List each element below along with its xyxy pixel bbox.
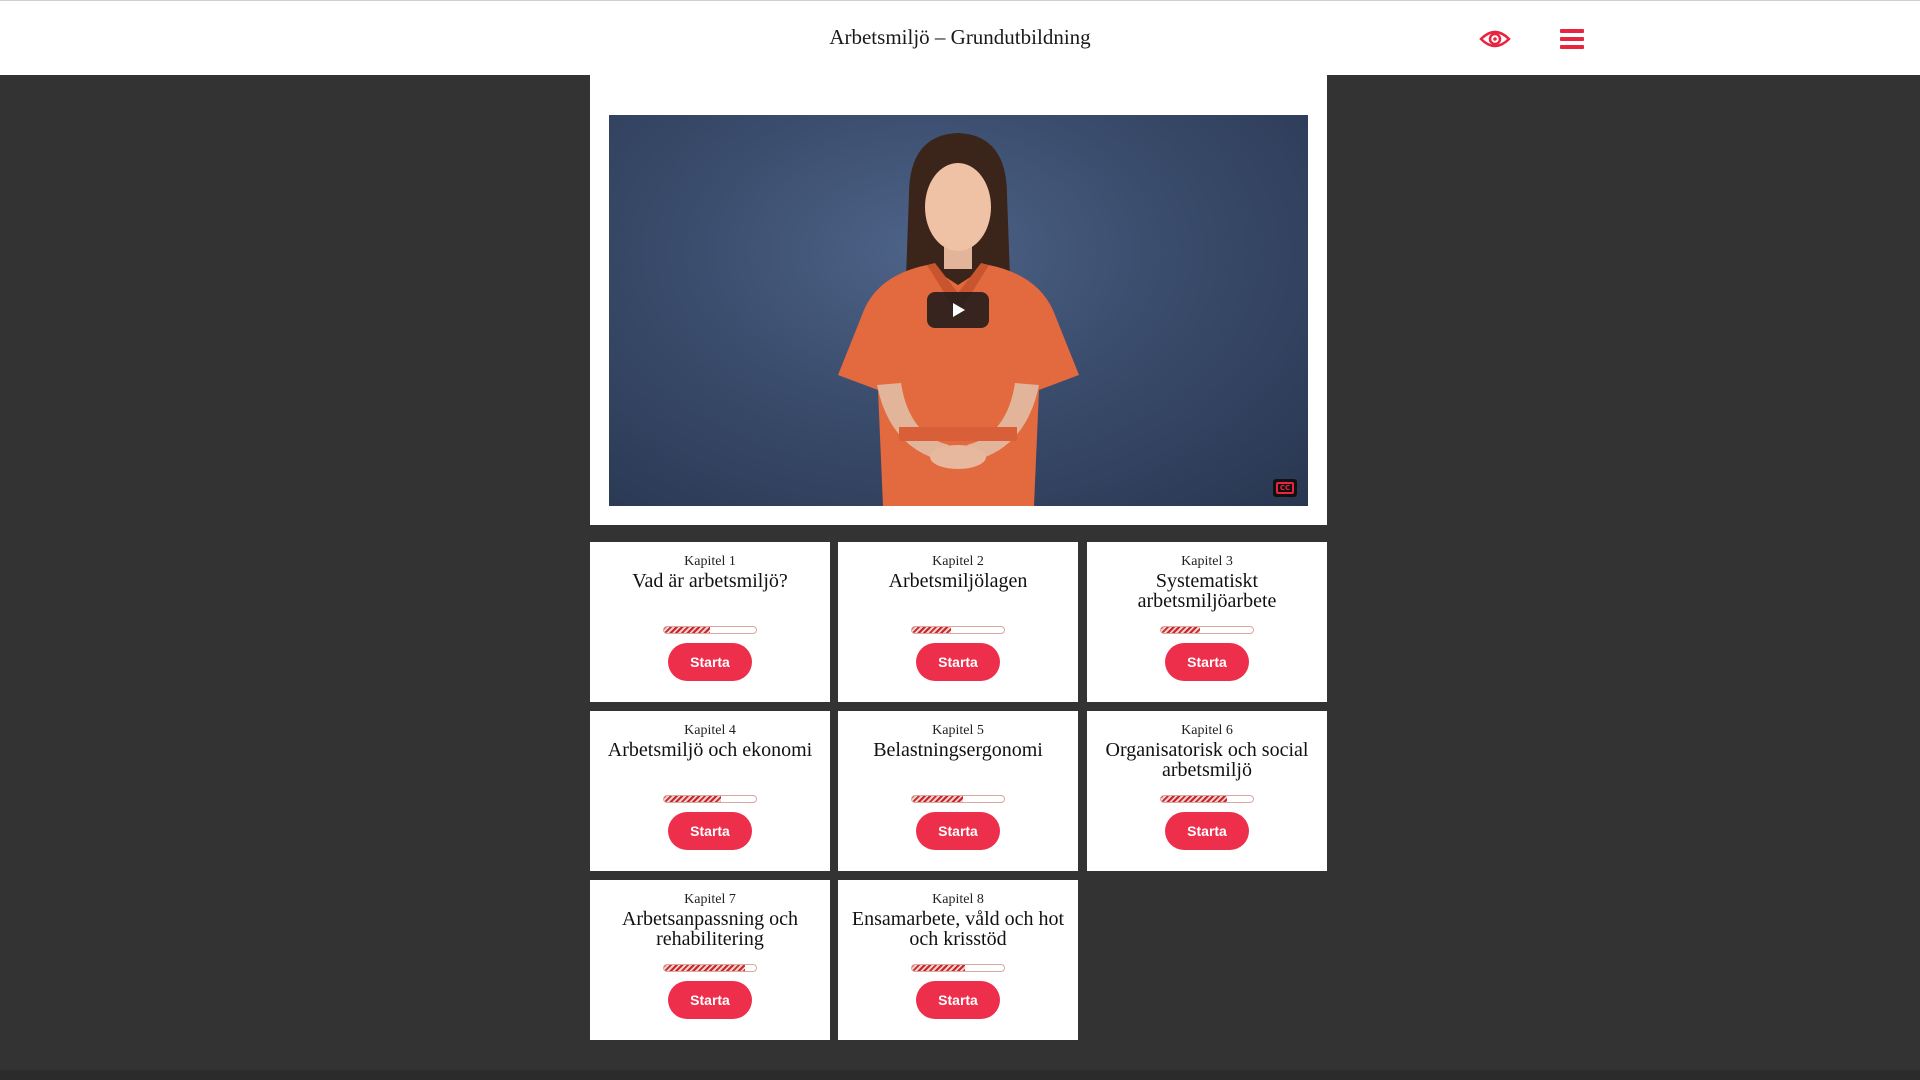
eye-icon <box>1479 30 1511 48</box>
chapter-progress-bar <box>911 795 1005 803</box>
progress-fill <box>912 796 963 802</box>
video-player[interactable]: CC <box>609 115 1308 506</box>
chapter-title: Systematiskt arbetsmiljöarbete <box>1137 570 1277 612</box>
progress-fill <box>1161 796 1228 802</box>
chapter-label: Kapitel 4 <box>684 723 736 738</box>
chapter-title: Arbetsmiljölagen <box>888 570 1028 592</box>
chapter-progress-bar <box>911 626 1005 634</box>
closed-captions-icon: CC <box>1276 482 1294 494</box>
hamburger-menu-icon <box>1560 29 1584 49</box>
chapter-label: Kapitel 3 <box>1181 554 1233 569</box>
start-chapter-button[interactable]: Starta <box>916 643 1000 681</box>
page-title: Arbetsmiljö – Grundutbildning <box>829 25 1091 49</box>
start-chapter-button[interactable]: Starta <box>668 812 752 850</box>
chapter-label: Kapitel 8 <box>932 892 984 907</box>
start-chapter-button[interactable]: Starta <box>1165 812 1249 850</box>
progress-fill <box>1161 627 1200 633</box>
chapter-label: Kapitel 2 <box>932 554 984 569</box>
chapter-label: Kapitel 6 <box>1181 723 1233 738</box>
chapter-progress-bar <box>663 626 757 634</box>
chapter-title: Arbetsanpassning och rehabilitering <box>621 908 799 950</box>
closed-captions-button[interactable]: CC <box>1273 479 1297 497</box>
video-panel: CC <box>590 75 1327 525</box>
progress-fill <box>912 627 951 633</box>
progress-fill <box>664 965 745 971</box>
chapter-progress-bar <box>1160 626 1254 634</box>
start-chapter-button[interactable]: Starta <box>916 812 1000 850</box>
chapter-title: Belastningsergonomi <box>873 739 1043 761</box>
chapter-progress-bar <box>663 964 757 972</box>
chapter-title: Ensamarbete, våld och hot och krisstöd <box>851 908 1065 950</box>
chapter-progress-bar <box>911 964 1005 972</box>
chapter-card-6: Kapitel 6 Organisatorisk och social arbe… <box>1087 711 1327 871</box>
chapter-label: Kapitel 5 <box>932 723 984 738</box>
menu-button[interactable] <box>1552 21 1592 57</box>
chapter-label: Kapitel 1 <box>684 554 736 569</box>
start-chapter-button[interactable]: Starta <box>668 643 752 681</box>
chapter-title: Vad är arbetsmiljö? <box>632 570 788 592</box>
chapter-card-3: Kapitel 3 Systematiskt arbetsmiljöarbete… <box>1087 542 1327 702</box>
chapter-title: Arbetsmiljö och ekonomi <box>607 739 813 761</box>
play-button[interactable] <box>927 292 989 328</box>
start-chapter-button[interactable]: Starta <box>668 981 752 1019</box>
chapter-card-7: Kapitel 7 Arbetsanpassning och rehabilit… <box>590 880 830 1040</box>
chapter-card-2: Kapitel 2 Arbetsmiljölagen Starta <box>838 542 1078 702</box>
page-bottom <box>0 1070 1920 1080</box>
play-icon <box>953 303 965 317</box>
top-bar: Arbetsmiljö – Grundutbildning <box>0 0 1920 75</box>
chapter-card-4: Kapitel 4 Arbetsmiljö och ekonomi Starta <box>590 711 830 871</box>
chapter-card-5: Kapitel 5 Belastningsergonomi Starta <box>838 711 1078 871</box>
progress-fill <box>664 627 710 633</box>
chapter-progress-bar <box>1160 795 1254 803</box>
chapter-title: Organisatorisk och social arbetsmiljö <box>1105 739 1309 781</box>
progress-fill <box>912 965 966 971</box>
chapter-card-1: Kapitel 1 Vad är arbetsmiljö? Starta <box>590 542 830 702</box>
progress-fill <box>664 796 722 802</box>
chapter-progress-bar <box>663 795 757 803</box>
start-chapter-button[interactable]: Starta <box>916 981 1000 1019</box>
accessibility-view-button[interactable] <box>1475 21 1515 57</box>
chapter-card-8: Kapitel 8 Ensamarbete, våld och hot och … <box>838 880 1078 1040</box>
start-chapter-button[interactable]: Starta <box>1165 643 1249 681</box>
chapter-label: Kapitel 7 <box>684 892 736 907</box>
